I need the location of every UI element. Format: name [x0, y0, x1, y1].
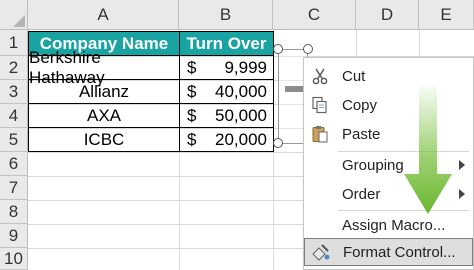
- currency-symbol: $: [187, 105, 197, 125]
- chevron-right-icon: [459, 160, 465, 170]
- row-header-7[interactable]: 7: [0, 176, 28, 200]
- currency-symbol: $: [187, 57, 197, 77]
- select-all-triangle-icon: [13, 15, 25, 27]
- turnover-amount: 40,000: [215, 81, 267, 101]
- company-name-cell[interactable]: Berkshire Hathaway: [28, 48, 180, 87]
- turnover-cell[interactable]: $ 9,999: [179, 56, 274, 80]
- row-header-2[interactable]: 2: [0, 56, 28, 80]
- row-header-10[interactable]: 10: [0, 248, 28, 270]
- menu-label: Grouping: [342, 156, 404, 174]
- resize-handle[interactable]: [303, 44, 313, 54]
- row-header-5[interactable]: 5: [0, 128, 28, 152]
- paste-icon: [310, 124, 330, 144]
- currency-symbol: $: [187, 129, 197, 149]
- scrollbar-thumb[interactable]: [285, 86, 303, 92]
- turnover-amount: 9,999: [224, 57, 267, 77]
- copy-icon: [310, 95, 330, 115]
- turnover-cell[interactable]: $ 50,000: [179, 104, 274, 128]
- turnover-amount: 20,000: [215, 129, 267, 149]
- resize-handle[interactable]: [273, 44, 283, 54]
- company-name-cell[interactable]: AXA: [28, 104, 180, 128]
- row-header-8[interactable]: 8: [0, 200, 28, 224]
- select-all-corner[interactable]: [0, 0, 28, 30]
- company-name-cell[interactable]: ICBC: [28, 128, 180, 152]
- turnover-cell[interactable]: $ 20,000: [179, 128, 274, 152]
- down-arrow-indicator-icon: [404, 86, 452, 214]
- row-header-9[interactable]: 9: [0, 224, 28, 248]
- spreadsheet: A B C D E 1 2 3 4 5 6 7 8 9 10 Company N…: [0, 0, 474, 270]
- row-header-6[interactable]: 6: [0, 152, 28, 176]
- header-turn-over[interactable]: Turn Over: [179, 31, 274, 56]
- menu-label: Copy: [342, 96, 378, 114]
- row-header-3[interactable]: 3: [0, 80, 28, 104]
- column-header-a[interactable]: A: [28, 0, 179, 30]
- row-header-1[interactable]: 1: [0, 30, 28, 56]
- row-header-4[interactable]: 4: [0, 104, 28, 128]
- format-control-icon: [311, 242, 331, 262]
- resize-handle[interactable]: [273, 138, 283, 148]
- menu-item-format-control[interactable]: Format Control...: [304, 238, 473, 266]
- menu-label: Format Control...: [343, 243, 456, 261]
- menu-label: Paste: [342, 125, 381, 143]
- column-header-d[interactable]: D: [356, 0, 419, 30]
- company-name-cell[interactable]: Allianz: [28, 80, 180, 104]
- menu-label: Assign Macro...: [342, 216, 446, 234]
- menu-label: Order: [342, 185, 381, 203]
- scissors-icon: [310, 66, 330, 86]
- menu-label: Cut: [342, 67, 366, 85]
- column-header-c[interactable]: C: [273, 0, 356, 30]
- currency-symbol: $: [187, 81, 197, 101]
- turnover-cell[interactable]: $ 40,000: [179, 80, 274, 104]
- turnover-amount: 50,000: [215, 105, 267, 125]
- column-header-b[interactable]: B: [179, 0, 273, 30]
- column-header-e[interactable]: E: [419, 0, 474, 30]
- chevron-right-icon: [459, 189, 465, 199]
